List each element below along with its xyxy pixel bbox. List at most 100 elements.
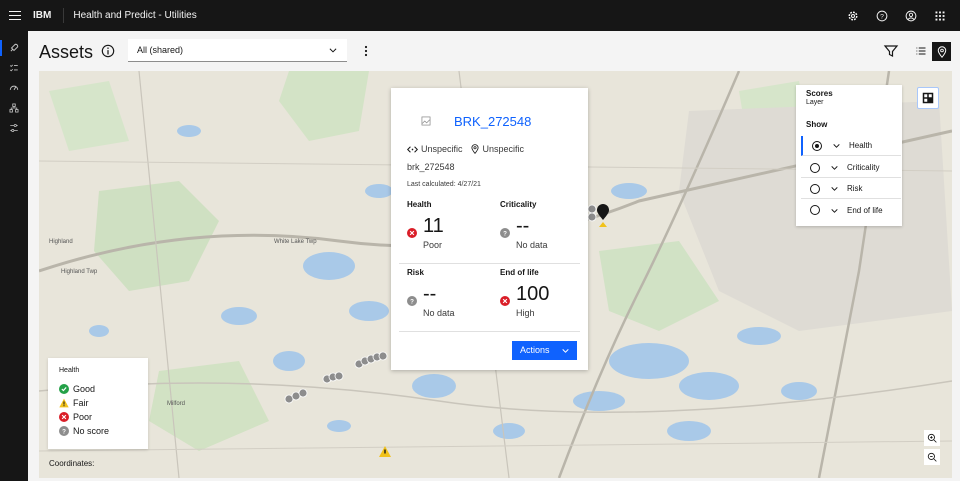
layer-option-risk[interactable]: Risk	[801, 179, 901, 199]
legend-item-poor: Poor	[59, 412, 92, 422]
settings-icon[interactable]	[838, 0, 867, 31]
layers-show-label: Show	[806, 120, 828, 129]
location-icon	[470, 144, 479, 154]
high-status-icon	[500, 296, 510, 306]
filter-icon[interactable]	[883, 43, 899, 59]
end-of-life-score-status: High	[516, 308, 535, 318]
map-view-button[interactable]	[932, 42, 951, 61]
health-score-status: Poor	[423, 240, 443, 250]
radio-button[interactable]	[810, 183, 820, 194]
layers-panel: Scores Layer Show Health Criticality Ris…	[796, 85, 902, 226]
image-placeholder-icon	[421, 116, 431, 126]
map-label-milford: Milford	[167, 401, 185, 407]
zoom-in-button[interactable]	[924, 430, 940, 446]
zoom-out-button[interactable]	[924, 449, 940, 465]
health-score: Health 11 Poor	[407, 200, 497, 260]
help-icon[interactable]: ?	[867, 0, 896, 31]
score-divider	[399, 263, 580, 264]
poor-status-icon	[407, 228, 417, 238]
asset-location-1: Unspecific	[421, 144, 463, 154]
radio-button[interactable]	[810, 162, 820, 173]
chevron-down-icon[interactable]	[830, 184, 839, 193]
legend-item-no-score: ? No score	[59, 426, 109, 436]
svg-text:?: ?	[410, 299, 414, 306]
selected-asset-pin[interactable]	[596, 204, 610, 228]
error-icon	[59, 412, 69, 422]
legend-label: Good	[73, 384, 96, 394]
chevron-down-icon[interactable]	[832, 141, 841, 150]
zoom-in-icon	[927, 433, 937, 443]
list-view-button[interactable]	[912, 42, 930, 60]
layers-panel-subtitle: Layer	[806, 99, 824, 106]
actions-button-label: Actions	[520, 345, 550, 355]
criticality-score-value: --	[516, 215, 530, 237]
last-calculated: Last calculated: 4/27/21	[407, 181, 481, 188]
asset-popup: BRK_272548 Unspecific Unspecific brk_272…	[391, 88, 588, 370]
radio-button[interactable]	[812, 140, 822, 151]
overflow-menu-icon[interactable]	[360, 44, 372, 58]
health-score-value: 11	[423, 215, 444, 237]
criticality-score: Criticality ? -- No data	[500, 200, 590, 260]
chevron-down-icon[interactable]	[830, 206, 839, 215]
hierarchy-icon[interactable]	[0, 98, 28, 118]
map-label-highland: Highland	[49, 239, 73, 245]
legend-label: Poor	[73, 412, 93, 422]
map-label-white-lake: White Lake Twp	[274, 239, 317, 245]
page-header: Assets All (shared)	[28, 31, 960, 71]
hierarchy-link-icon	[407, 145, 418, 153]
chevron-down-icon[interactable]	[830, 163, 839, 172]
app-switcher-icon[interactable]	[925, 0, 954, 31]
risk-score-label: Risk	[407, 268, 424, 277]
no-score-icon: ?	[500, 228, 510, 238]
risk-score-status: No data	[423, 308, 455, 318]
layers-toggle-button[interactable]	[917, 87, 939, 109]
layers-icon	[922, 92, 934, 104]
legend-item-good: Good	[59, 384, 95, 394]
list-icon	[916, 47, 926, 55]
chevron-down-icon	[562, 349, 569, 353]
risk-score-value: --	[423, 283, 437, 305]
legend-label: Fair	[73, 398, 89, 408]
help-icon: ?	[59, 426, 69, 436]
view-dropdown-value: All (shared)	[137, 45, 184, 55]
health-score-label: Health	[407, 200, 432, 209]
radio-button[interactable]	[810, 205, 820, 215]
layer-option-criticality[interactable]: Criticality	[801, 158, 901, 178]
risk-score: Risk ? -- No data	[407, 268, 497, 328]
asset-marker-cluster[interactable]	[283, 347, 393, 407]
criticality-score-label: Criticality	[500, 200, 537, 209]
end-of-life-score-value: 100	[516, 283, 550, 305]
sliders-icon[interactable]	[0, 118, 28, 138]
layers-panel-title: Scores	[806, 89, 833, 98]
menu-icon[interactable]	[0, 0, 30, 31]
checkmark-icon	[59, 384, 69, 394]
rocket-icon[interactable]	[0, 38, 28, 58]
actions-button[interactable]: Actions	[512, 341, 577, 360]
no-score-icon: ?	[407, 296, 417, 306]
svg-text:?: ?	[503, 231, 507, 238]
layer-option-health[interactable]: Health	[801, 136, 901, 156]
layer-option-label: Criticality	[847, 163, 880, 172]
actions-divider	[399, 331, 580, 332]
legend-label: No score	[73, 426, 110, 436]
view-dropdown[interactable]: All (shared)	[128, 39, 347, 62]
top-navigation-bar: IBM Health and Predict - Utilities ?	[0, 0, 960, 31]
end-of-life-score: End of life 100 High	[500, 268, 590, 328]
asset-name-link[interactable]: BRK_272548	[454, 114, 531, 129]
layer-option-end-of-life[interactable]: End of life	[801, 200, 901, 220]
brand-name[interactable]: IBM	[30, 8, 65, 23]
criticality-score-status: No data	[516, 240, 548, 250]
meter-icon[interactable]	[0, 78, 28, 98]
info-icon[interactable]	[101, 44, 115, 58]
checklist-icon[interactable]	[0, 58, 28, 78]
layer-option-label: Health	[849, 141, 873, 150]
layer-option-label: Risk	[847, 184, 863, 193]
location-icon	[937, 45, 946, 58]
fair-asset-marker[interactable]	[379, 446, 391, 457]
user-avatar-icon[interactable]	[896, 0, 925, 31]
legend-title: Health	[59, 367, 80, 374]
side-navigation	[0, 31, 28, 481]
asset-id: brk_272548	[407, 162, 455, 172]
legend-item-fair: Fair	[59, 398, 89, 408]
svg-text:?: ?	[880, 13, 884, 20]
